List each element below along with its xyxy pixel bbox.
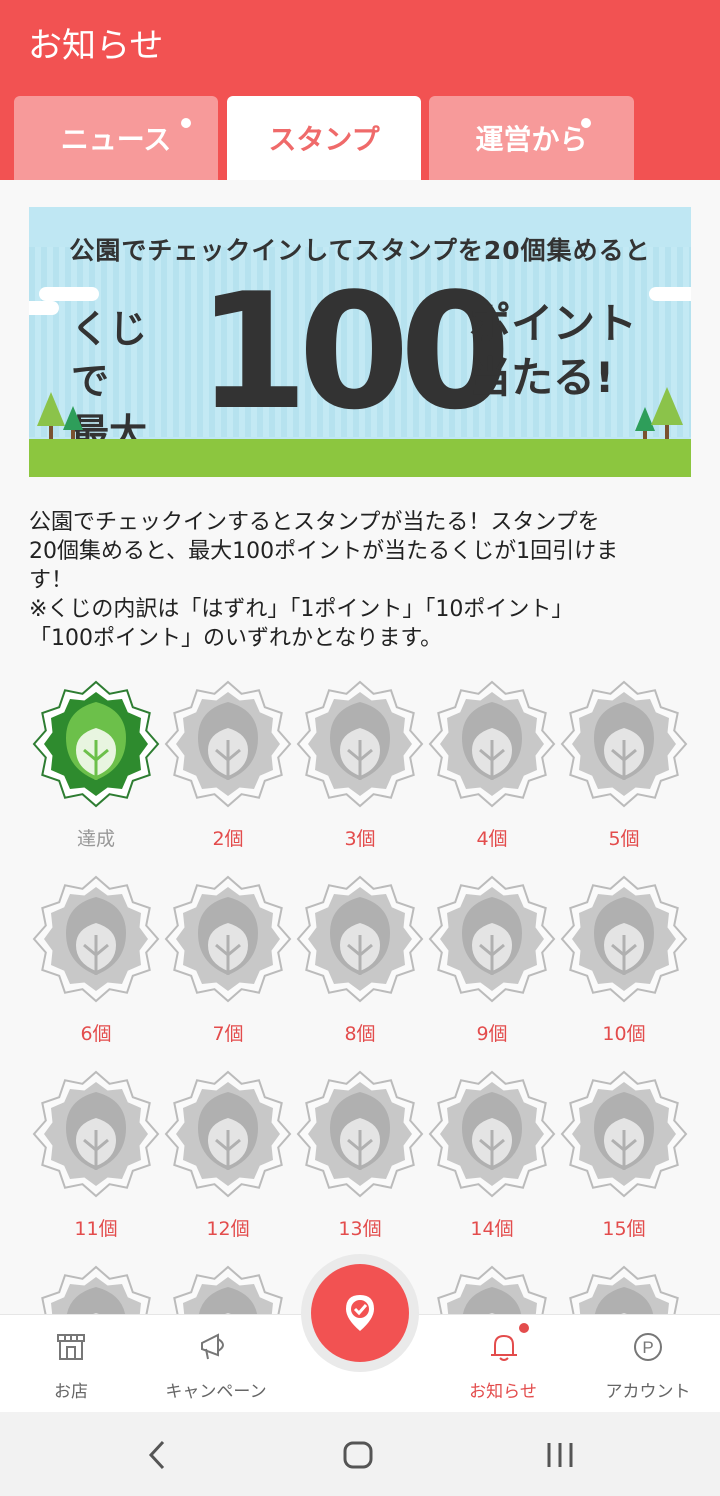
stamp-pending: 9個 bbox=[426, 875, 558, 1055]
point-circle-icon: P bbox=[634, 1333, 662, 1361]
stamp-leaf-icon bbox=[428, 1070, 556, 1198]
stamp-pending: 20個 bbox=[558, 1265, 690, 1314]
stamp-label: 2個 bbox=[212, 828, 244, 850]
nav-notifications-label: お知らせ bbox=[469, 1382, 537, 1402]
nav-shop-label: お店 bbox=[54, 1382, 88, 1402]
stamp-label: 達成 bbox=[76, 828, 115, 850]
unread-dot-icon bbox=[581, 118, 591, 128]
back-icon[interactable] bbox=[145, 1440, 169, 1470]
system-navigation-bar bbox=[0, 1412, 720, 1496]
home-icon[interactable] bbox=[342, 1440, 374, 1470]
nav-account[interactable]: P アカウント bbox=[595, 1315, 701, 1413]
stamp-pending: 5個 bbox=[558, 680, 690, 860]
bell-icon bbox=[491, 1334, 517, 1361]
banner-big-number: 100 bbox=[197, 258, 511, 445]
tab-operations[interactable]: 運営から bbox=[429, 96, 634, 180]
stamp-pending: 6個 bbox=[30, 875, 162, 1055]
stamp-label: 15個 bbox=[602, 1218, 646, 1240]
stamp-label: 10個 bbox=[602, 1023, 646, 1045]
unread-dot-icon bbox=[181, 118, 191, 128]
stamp-leaf-icon bbox=[32, 680, 160, 808]
stamp-pending: 3個 bbox=[294, 680, 426, 860]
stamp-leaf-icon bbox=[296, 1070, 424, 1198]
stamp-label: 3個 bbox=[344, 828, 376, 850]
stamp-leaf-icon bbox=[164, 875, 292, 1003]
stamp-pending: 17個 bbox=[162, 1265, 294, 1314]
checkin-pin-icon bbox=[346, 1295, 374, 1331]
nav-campaign[interactable]: キャンペーン bbox=[150, 1315, 282, 1413]
stamp-pending: 19個 bbox=[426, 1265, 558, 1314]
shop-icon bbox=[57, 1334, 85, 1360]
nav-account-label: アカウント bbox=[605, 1382, 691, 1402]
stamp-label: 5個 bbox=[608, 828, 640, 850]
stamp-leaf-icon bbox=[428, 875, 556, 1003]
tree-icon bbox=[37, 392, 83, 440]
stamp-leaf-icon bbox=[32, 1070, 160, 1198]
stamp-leaf-icon bbox=[569, 1265, 679, 1314]
stamp-label: 4個 bbox=[476, 828, 508, 850]
stamp-achieved: 達成 bbox=[30, 680, 162, 860]
stamp-leaf-icon bbox=[560, 875, 688, 1003]
cloud-decoration bbox=[39, 287, 99, 301]
stamp-pending: 10個 bbox=[558, 875, 690, 1055]
notification-badge bbox=[517, 1321, 531, 1335]
stamp-pending: 11個 bbox=[30, 1070, 162, 1250]
stamp-leaf-icon bbox=[428, 680, 556, 808]
stamp-label: 12個 bbox=[206, 1218, 250, 1240]
stamp-label: 8個 bbox=[344, 1023, 376, 1045]
stamp-label: 11個 bbox=[74, 1218, 118, 1240]
stamp-pending: 2個 bbox=[162, 680, 294, 860]
stamp-leaf-icon bbox=[296, 875, 424, 1003]
stamp-leaf-icon bbox=[560, 680, 688, 808]
nav-notifications[interactable]: お知らせ bbox=[452, 1315, 554, 1413]
stamp-label: 13個 bbox=[338, 1218, 382, 1240]
page-title: お知らせ bbox=[28, 26, 164, 66]
stamp-pending: 15個 bbox=[558, 1070, 690, 1250]
tab-news[interactable]: ニュース bbox=[14, 96, 218, 180]
stamp-pending: 14個 bbox=[426, 1070, 558, 1250]
stamp-label: 6個 bbox=[80, 1023, 112, 1045]
stamp-label: 7個 bbox=[212, 1023, 244, 1045]
stamp-leaf-icon bbox=[296, 680, 424, 808]
app-header: お知らせ ニュース スタンプ 運営から bbox=[0, 0, 720, 180]
stamp-pending: 16個 bbox=[30, 1265, 162, 1314]
stamp-leaf-icon bbox=[560, 1070, 688, 1198]
stamp-pending: 4個 bbox=[426, 680, 558, 860]
stamp-leaf-icon bbox=[41, 1265, 151, 1314]
stamp-label: 14個 bbox=[470, 1218, 514, 1240]
grass-decoration bbox=[29, 439, 691, 477]
stamp-pending: 7個 bbox=[162, 875, 294, 1055]
stamp-label: 9個 bbox=[476, 1023, 508, 1045]
tree-icon bbox=[635, 387, 683, 441]
cloud-decoration bbox=[29, 301, 59, 315]
tab-operations-label: 運営から bbox=[475, 123, 588, 156]
stamp-leaf-icon bbox=[173, 1265, 283, 1314]
nav-shop[interactable]: お店 bbox=[20, 1315, 122, 1413]
stamp-content[interactable]: 公園でチェックインしてスタンプを20個集めると くじで 最大 100 ポイント … bbox=[0, 180, 720, 1314]
stamp-description: 公園でチェックインするとスタンプが当たる！スタンプを 20個集めると、最大100… bbox=[29, 510, 619, 651]
megaphone-icon bbox=[201, 1333, 224, 1360]
stamp-pending: 12個 bbox=[162, 1070, 294, 1250]
stamp-leaf-icon bbox=[164, 1070, 292, 1198]
tab-news-label: ニュース bbox=[60, 123, 172, 156]
checkin-button[interactable] bbox=[311, 1264, 409, 1362]
campaign-banner[interactable]: 公園でチェックインしてスタンプを20個集めると くじで 最大 100 ポイント … bbox=[29, 207, 691, 477]
svg-text:P: P bbox=[642, 1338, 653, 1357]
stamp-leaf-icon bbox=[32, 875, 160, 1003]
tab-stamp[interactable]: スタンプ bbox=[227, 96, 421, 180]
stamp-pending: 13個 bbox=[294, 1070, 426, 1250]
stamp-pending: 8個 bbox=[294, 875, 426, 1055]
tab-stamp-label: スタンプ bbox=[268, 123, 380, 156]
stamp-leaf-icon bbox=[164, 680, 292, 808]
stamp-leaf-icon bbox=[437, 1265, 547, 1314]
nav-campaign-label: キャンペーン bbox=[165, 1382, 267, 1402]
recent-apps-icon[interactable] bbox=[545, 1440, 575, 1470]
